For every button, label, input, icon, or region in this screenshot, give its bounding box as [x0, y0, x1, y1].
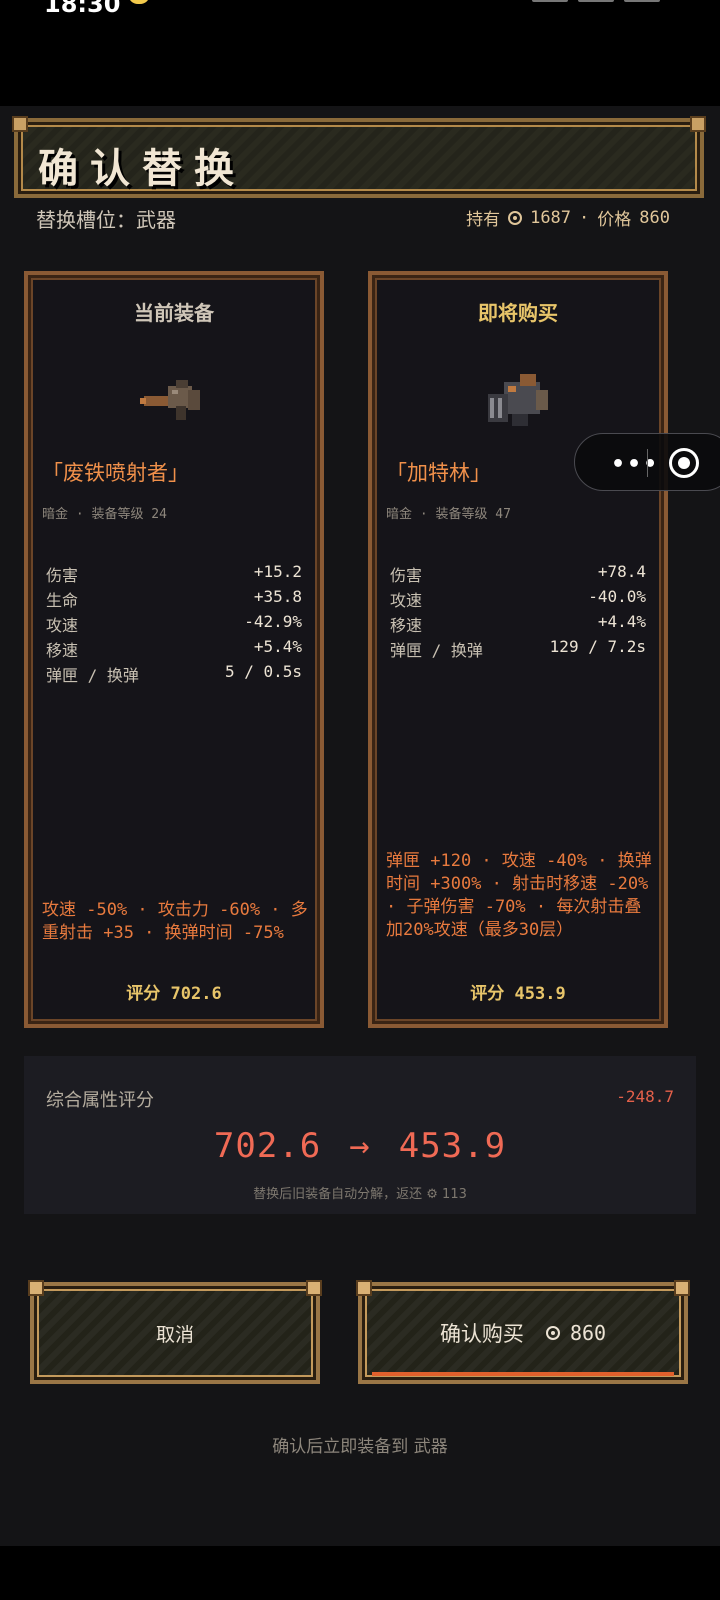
confirm-purchase-button[interactable]: 确认购买 860 — [356, 1280, 690, 1384]
cancel-label: 取消 — [155, 1323, 194, 1346]
card-heading: 即将购买 — [478, 301, 558, 325]
flamethrower-icon — [140, 380, 200, 420]
item-score: 评分 702.6 — [126, 984, 222, 1004]
slot-label: 替换槽位：武器 — [36, 208, 176, 232]
more-icon[interactable]: ••• — [611, 452, 659, 477]
refund-note: 替换后旧装备自动分解，返还 ⚙ 113 — [253, 1187, 467, 1202]
old-score: 702.6 — [213, 1126, 322, 1166]
separator: · — [579, 207, 590, 228]
status-indicator-icon — [128, 0, 150, 4]
confirm-label: 确认购买 — [439, 1322, 524, 1346]
bottom-system-bar — [0, 1546, 720, 1600]
status-time: 18:30 — [44, 0, 121, 18]
item-name: 「废铁喷射者」 — [42, 461, 189, 485]
status-icons — [532, 0, 660, 2]
score-comparison: 702.6 → 453.9 — [24, 1126, 696, 1166]
stat-row: 伤害 +78.4 — [390, 562, 646, 585]
score-summary-panel: 综合属性评分 -248.7 702.6 → 453.9 替换后旧装备自动分解，返还 … — [24, 1056, 696, 1214]
arrow-right-icon: → — [349, 1126, 371, 1166]
stat-list: 伤害 +15.2 生命 +35.8 攻速 -42.9% 移速 +5.4% 弹匣 / 换弹… — [46, 562, 302, 687]
stat-row: 移速 +4.4% — [390, 612, 646, 635]
gear-icon — [508, 210, 523, 225]
stat-row: 移速 +5.4% — [46, 637, 302, 660]
confirm-price-value: 860 — [569, 1321, 607, 1345]
score-diff: -248.7 — [616, 1087, 674, 1106]
item-name: 「加特林」 — [386, 461, 491, 485]
price-value: 860 — [639, 207, 670, 228]
mini-program-capsule: ••• — [574, 433, 720, 491]
holdings-info: 持有 1687 · 价格 860 — [466, 205, 670, 231]
price-label: 价格 — [597, 210, 632, 230]
special-effects: 弹匣 +120 · 攻速 -40% · 换弹时间 +300% · 射击时移速 -… — [386, 851, 652, 940]
owned-value: 1687 — [530, 207, 572, 228]
page-title: 确认替换 — [38, 146, 246, 192]
close-mini-program-icon[interactable] — [669, 448, 699, 478]
stat-list: 伤害 +78.4 攻速 -40.0% 移速 +4.4% 弹匣 / 换弹 129 / 7.… — [390, 562, 646, 662]
gear-icon — [545, 1326, 560, 1340]
stat-row: 伤害 +15.2 — [46, 562, 302, 585]
special-effects: 攻速 -50% · 攻击力 -60% · 多重射击 +35 · 换弹时间 -75… — [42, 900, 308, 943]
stat-row: 弹匣 / 换弹 129 / 7.2s — [390, 637, 646, 660]
confirm-price: 860 — [545, 1321, 607, 1345]
title-banner: 确认替换 — [12, 116, 706, 198]
summary-label: 综合属性评分 — [46, 1090, 154, 1111]
stat-row: 攻速 -40.0% — [390, 587, 646, 610]
item-meta: 暗金 · 装备等级 24 — [42, 507, 167, 522]
item-meta: 暗金 · 装备等级 47 — [386, 507, 511, 522]
incoming-equipment-card: 即将购买 「加特林」 暗金 · 装备等级 47 伤害 +78.4 攻速 -40.0%… — [368, 271, 668, 1028]
stat-row: 弹匣 / 换弹 5 / 0.5s — [46, 662, 302, 685]
stat-row: 生命 +35.8 — [46, 587, 302, 610]
new-score: 453.9 — [398, 1126, 507, 1166]
gatling-gun-icon — [488, 374, 548, 426]
stat-row: 攻速 -42.9% — [46, 612, 302, 635]
cancel-button[interactable]: 取消 — [28, 1280, 322, 1384]
owned-label: 持有 — [466, 210, 501, 230]
status-bar: 18:30 — [0, 0, 720, 106]
capsule-divider — [647, 449, 648, 477]
confirm-accent-bar — [372, 1372, 674, 1376]
current-equipment-card: 当前装备 「废铁喷射者」 暗金 · 装备等级 24 伤害 +15.2 生命 +35.… — [24, 271, 324, 1028]
item-score: 评分 453.9 — [470, 984, 566, 1004]
replace-confirm-screen: 确认替换 替换槽位：武器 持有 1687 · 价格 860 当前装备 「废铁喷射… — [0, 106, 720, 1546]
card-heading: 当前装备 — [134, 301, 214, 325]
footer-note: 确认后立即装备到 武器 — [272, 1437, 448, 1457]
